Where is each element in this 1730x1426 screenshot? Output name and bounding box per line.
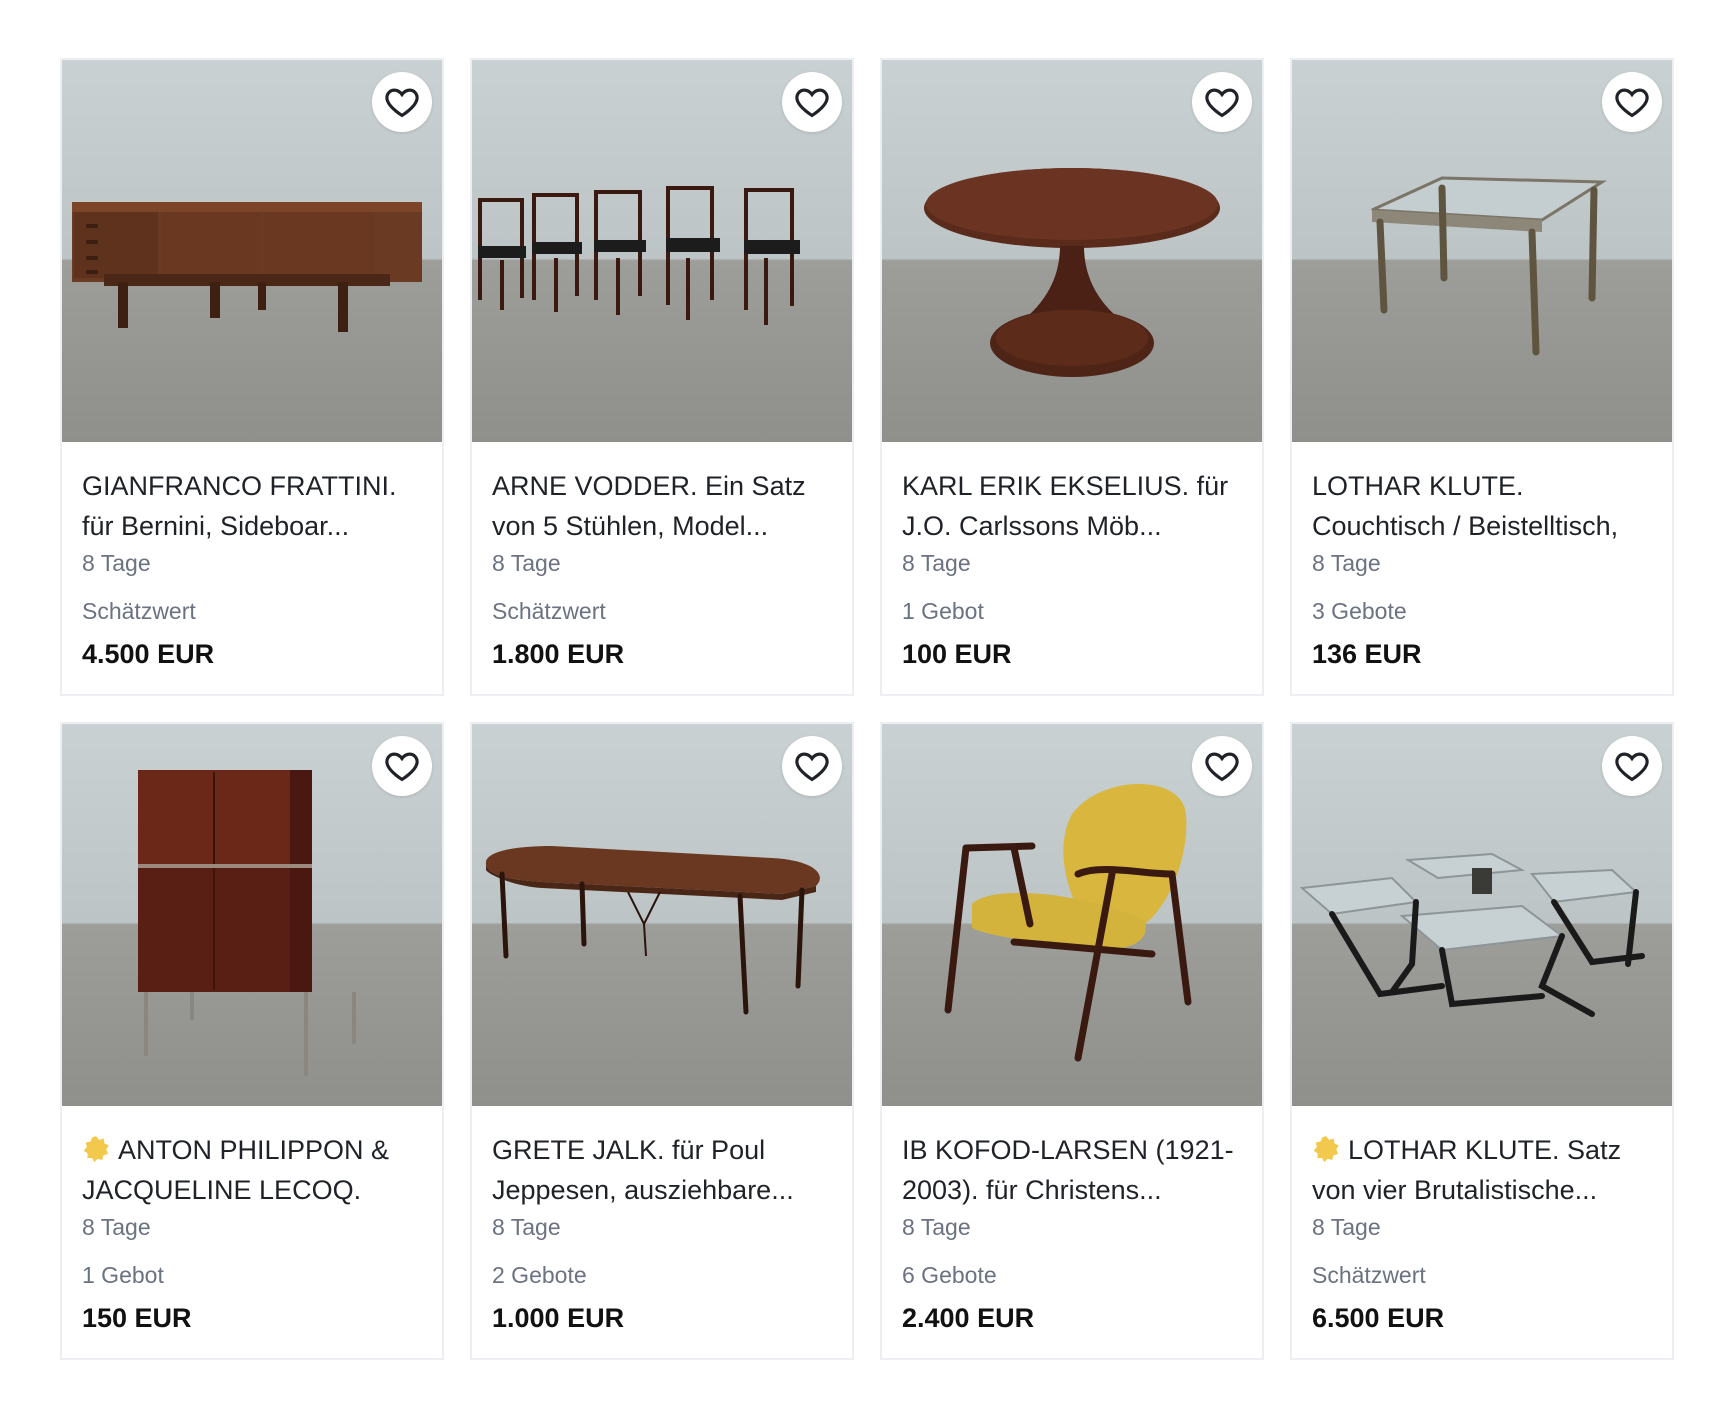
lot-title[interactable]: LOTHAR KLUTE. Satz von vier Brutalistisc… — [1312, 1130, 1652, 1210]
favorite-button[interactable] — [782, 72, 842, 132]
lot-title[interactable]: KARL ERIK EKSELIUS. für J.O. Carlssons M… — [902, 466, 1242, 546]
lot-duration: 8 Tage — [902, 1214, 971, 1240]
lot-duration: 8 Tage — [82, 550, 151, 576]
favorite-button[interactable] — [1602, 736, 1662, 796]
lot-bid-info: Schätzwert — [82, 598, 196, 624]
lot-bid-info: 3 Gebote — [1312, 598, 1407, 624]
lot-bid-info: 1 Gebot — [82, 1262, 164, 1288]
heart-icon — [385, 88, 419, 118]
lot-grid: GIANFRANCO FRATTINI. für Bernini, Sidebo… — [60, 58, 1674, 1360]
heart-icon — [1615, 752, 1649, 782]
lot-duration: 8 Tage — [1312, 550, 1381, 576]
favorite-button[interactable] — [1192, 72, 1252, 132]
favorite-button[interactable] — [782, 736, 842, 796]
lot-card[interactable]: IB KOFOD-LARSEN (1921-2003). für Christe… — [880, 722, 1264, 1360]
heart-icon — [795, 88, 829, 118]
favorite-button[interactable] — [1602, 72, 1662, 132]
lot-price: 150 EUR — [82, 1303, 192, 1333]
heart-icon — [795, 752, 829, 782]
lot-price: 1.000 EUR — [492, 1303, 625, 1333]
lot-title[interactable]: LOTHAR KLUTE. Couchtisch / Beistelltisch… — [1312, 466, 1652, 546]
heart-icon — [1205, 88, 1239, 118]
lot-price: 4.500 EUR — [82, 639, 215, 669]
lot-card[interactable]: GRETE JALK. für Poul Jeppesen, ausziehba… — [470, 722, 854, 1360]
highlight-badge-icon — [1313, 1136, 1339, 1163]
lot-card[interactable]: ARNE VODDER. Ein Satz von 5 Stühlen, Mod… — [470, 58, 854, 696]
lot-duration: 8 Tage — [902, 550, 971, 576]
favorite-button[interactable] — [372, 736, 432, 796]
lot-title-text: LOTHAR KLUTE. Satz von vier Brutalistisc… — [1312, 1135, 1622, 1205]
lot-image-nesting-tables[interactable] — [1292, 724, 1672, 1106]
lot-card[interactable]: LOTHAR KLUTE. Couchtisch / Beistelltisch… — [1290, 58, 1674, 696]
lot-bid-info: 2 Gebote — [492, 1262, 587, 1288]
lot-image-round-table[interactable] — [882, 60, 1262, 442]
lot-image-dining-table[interactable] — [472, 724, 852, 1106]
lot-bid-info: Schätzwert — [492, 598, 606, 624]
lot-title[interactable]: GRETE JALK. für Poul Jeppesen, ausziehba… — [492, 1130, 832, 1210]
lot-bid-info: 6 Gebote — [902, 1262, 997, 1288]
lot-bid-info: 1 Gebot — [902, 598, 984, 624]
lot-title[interactable]: GIANFRANCO FRATTINI. für Bernini, Sidebo… — [82, 466, 422, 546]
lot-card[interactable]: GIANFRANCO FRATTINI. für Bernini, Sidebo… — [60, 58, 444, 696]
lot-card[interactable]: KARL ERIK EKSELIUS. für J.O. Carlssons M… — [880, 58, 1264, 696]
lot-duration: 8 Tage — [492, 550, 561, 576]
lot-price: 1.800 EUR — [492, 639, 625, 669]
lot-card[interactable]: LOTHAR KLUTE. Satz von vier Brutalistisc… — [1290, 722, 1674, 1360]
lot-image-glass-table[interactable] — [1292, 60, 1672, 442]
lot-duration: 8 Tage — [82, 1214, 151, 1240]
heart-icon — [385, 752, 419, 782]
heart-icon — [1205, 752, 1239, 782]
heart-icon — [1615, 88, 1649, 118]
lot-bid-info: Schätzwert — [1312, 1262, 1426, 1288]
favorite-button[interactable] — [1192, 736, 1252, 796]
lot-image-sideboard[interactable] — [62, 60, 442, 442]
lot-title[interactable]: ARNE VODDER. Ein Satz von 5 Stühlen, Mod… — [492, 466, 832, 546]
lot-image-cabinet[interactable] — [62, 724, 442, 1106]
lot-title-text: ANTON PHILIPPON & JACQUELINE LECOQ. — [82, 1135, 390, 1205]
lot-price: 2.400 EUR — [902, 1303, 1035, 1333]
lot-price: 136 EUR — [1312, 639, 1422, 669]
lot-duration: 8 Tage — [492, 1214, 561, 1240]
lot-title[interactable]: ANTON PHILIPPON & JACQUELINE LECOQ. — [82, 1130, 422, 1210]
lot-title[interactable]: IB KOFOD-LARSEN (1921-2003). für Christe… — [902, 1130, 1242, 1210]
lot-image-armchair[interactable] — [882, 724, 1262, 1106]
lot-price: 100 EUR — [902, 639, 1012, 669]
lot-card[interactable]: ANTON PHILIPPON & JACQUELINE LECOQ. 8 Ta… — [60, 722, 444, 1360]
lot-price: 6.500 EUR — [1312, 1303, 1445, 1333]
lot-duration: 8 Tage — [1312, 1214, 1381, 1240]
highlight-badge-icon — [83, 1136, 109, 1163]
favorite-button[interactable] — [372, 72, 432, 132]
lot-image-chairs[interactable] — [472, 60, 852, 442]
